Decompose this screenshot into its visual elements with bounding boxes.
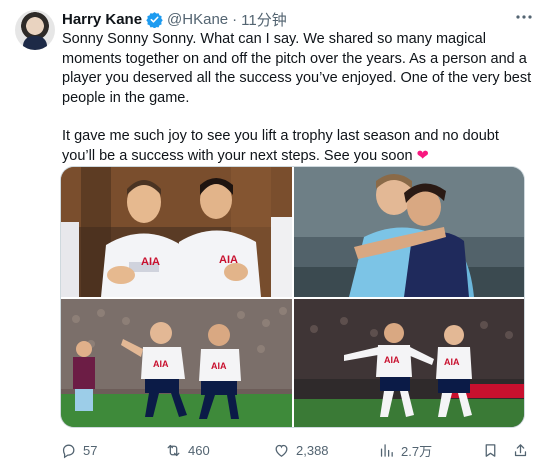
views-count: 2.7万 bbox=[401, 443, 433, 459]
photo-3-jersey-text-left: AIA bbox=[153, 359, 169, 369]
author-name[interactable]: Harry Kane bbox=[62, 11, 142, 28]
reply-icon bbox=[62, 444, 75, 458]
tweet[interactable]: Harry Kane @HKane · 11分钟 Sonny Sonny Son… bbox=[0, 0, 553, 469]
views-button[interactable]: 2.7万 bbox=[378, 440, 432, 460]
tweet-header: Harry Kane @HKane · 11分钟 bbox=[62, 9, 287, 30]
photo-4-jersey-text-left: AIA bbox=[384, 355, 400, 365]
views-icon bbox=[380, 443, 393, 457]
heart-emoji: ❤ bbox=[416, 147, 429, 164]
tweet-paragraph-1: Sonny Sonny Sonny. What can I say. We sh… bbox=[62, 31, 532, 106]
photo-2[interactable] bbox=[294, 167, 524, 297]
photo-4[interactable]: AIA AIA bbox=[294, 299, 524, 427]
reply-button[interactable]: 57 bbox=[60, 440, 97, 460]
photo-4-jersey-text-right: AIA bbox=[444, 357, 460, 367]
more-options-icon[interactable] bbox=[513, 8, 535, 26]
verified-badge-icon bbox=[146, 11, 163, 28]
avatar[interactable] bbox=[15, 10, 55, 50]
tweet-paragraph-2-text: It gave me such joy to see you lift a tr… bbox=[62, 128, 499, 164]
photo-1[interactable]: AIA AIA bbox=[61, 167, 292, 297]
photo-3-jersey-text-right: AIA bbox=[211, 361, 227, 371]
reply-count: 57 bbox=[83, 442, 98, 458]
tweet-text: Sonny Sonny Sonny. What can I say. We sh… bbox=[62, 30, 532, 166]
photo-1-jersey-text-left: AIA bbox=[141, 256, 160, 268]
bookmark-button[interactable] bbox=[482, 440, 499, 460]
photo-3[interactable]: AIA AIA bbox=[61, 299, 292, 427]
bookmark-icon bbox=[485, 443, 496, 457]
repost-button[interactable]: 460 bbox=[165, 440, 210, 460]
like-button[interactable]: 2,388 bbox=[273, 440, 329, 460]
share-icon bbox=[514, 443, 527, 456]
repost-icon bbox=[167, 444, 180, 456]
like-icon bbox=[275, 444, 288, 457]
share-button[interactable] bbox=[512, 440, 529, 460]
tweet-timestamp[interactable]: 11分钟 bbox=[241, 9, 287, 30]
media-grid: AIA AIA AIA AIA AIA AIA bbox=[60, 166, 525, 428]
like-count: 2,388 bbox=[296, 442, 329, 458]
repost-count: 460 bbox=[188, 442, 210, 458]
tweet-paragraph-2: It gave me such joy to see you lift a tr… bbox=[62, 127, 532, 166]
author-handle[interactable]: @HKane bbox=[167, 11, 228, 28]
tweet-actions: 57 460 2,388 2.7万 bbox=[60, 440, 530, 460]
separator-dot: · bbox=[232, 10, 238, 28]
